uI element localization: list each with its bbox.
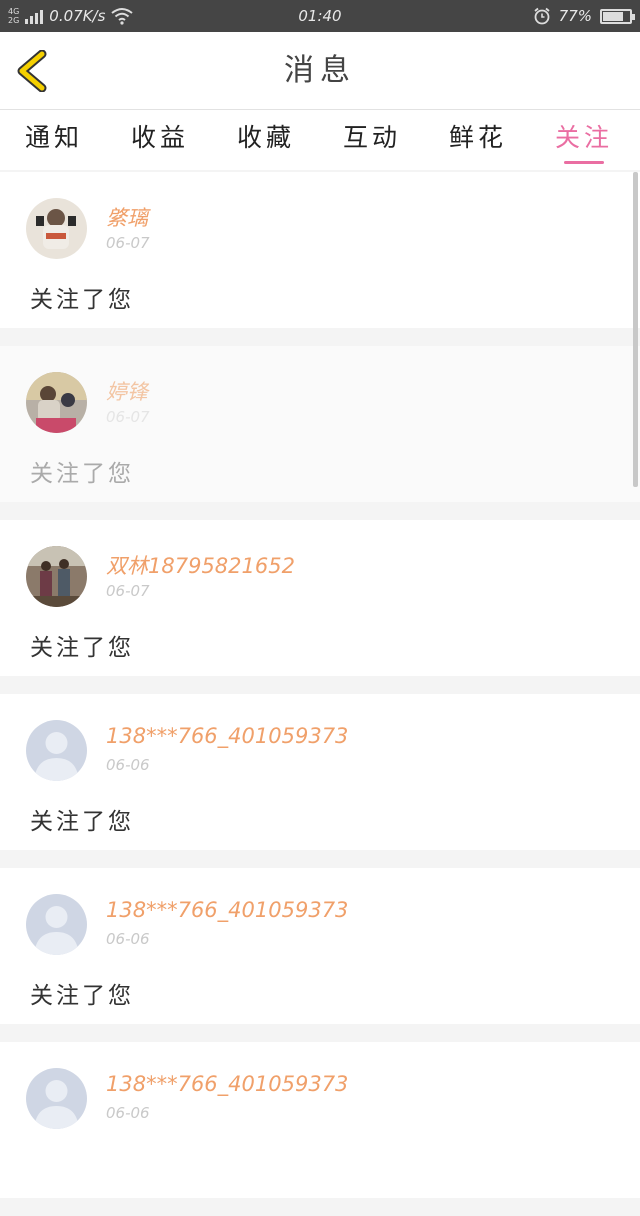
username[interactable]: 双林18795821652 [106,550,295,580]
default-avatar-icon [26,1068,87,1129]
list-item[interactable]: 婷锋 06-07 关注了您 [0,346,640,502]
list-item[interactable]: 138***766_401059373 06-06 [0,1042,640,1198]
list-item[interactable]: 双林18795821652 06-07 关注了您 [0,520,640,676]
date: 06-06 [106,756,150,774]
tab-label: 收益 [130,123,189,152]
page-title: 消息 [284,53,356,88]
username[interactable]: 綮璃 [106,202,148,232]
header: 消息 [0,32,640,110]
message-text: 关注了您 [30,983,134,1009]
message-text: 关注了您 [30,809,134,835]
tab-label: 收藏 [236,123,295,152]
tab-earnings[interactable]: 收益 [120,110,200,170]
tab-following[interactable]: 关注 [544,110,624,170]
avatar[interactable] [26,372,87,433]
date: 06-07 [106,408,150,426]
username[interactable]: 138***766_401059373 [106,898,348,922]
alarm-icon [534,7,550,25]
avatar[interactable] [26,720,87,781]
default-avatar-icon [26,720,87,781]
default-avatar-icon [26,894,87,955]
username[interactable]: 138***766_401059373 [106,724,348,748]
chevron-left-icon [17,49,47,93]
tab-interactions[interactable]: 互动 [332,110,412,170]
date: 06-06 [106,930,150,948]
username[interactable]: 138***766_401059373 [106,1072,348,1096]
list-item[interactable]: 138***766_401059373 06-06 关注了您 [0,694,640,850]
tab-label: 鲜花 [448,123,507,152]
list-item[interactable]: 138***766_401059373 06-06 关注了您 [0,868,640,1024]
avatar[interactable] [26,1068,87,1129]
tab-bar: 通知 收益 收藏 互动 鲜花 关注 [0,110,640,170]
battery-icon [600,8,635,24]
message-list[interactable]: 綮璃 06-07 关注了您 婷锋 06-07 关注了您 双林1879582165… [0,172,640,1216]
battery-percent: 77% [558,7,592,25]
message-text: 关注了您 [30,461,134,487]
avatar[interactable] [26,546,87,607]
date: 06-07 [106,234,150,252]
message-text: 关注了您 [30,635,134,661]
avatar[interactable] [26,198,87,259]
tab-label: 互动 [342,123,401,152]
tab-notifications[interactable]: 通知 [14,110,94,170]
tab-label: 通知 [24,123,83,152]
message-text: 关注了您 [30,287,134,313]
tab-flowers[interactable]: 鲜花 [438,110,518,170]
status-bar: 4G 2G 0.07K/s 01:40 77% [0,0,640,32]
username[interactable]: 婷锋 [106,376,148,406]
date: 06-06 [106,1104,150,1122]
tab-label: 关注 [554,123,613,152]
status-right: 77% [533,0,635,32]
avatar[interactable] [26,894,87,955]
date: 06-07 [106,582,150,600]
scrollbar[interactable] [633,172,638,487]
active-tab-indicator [564,161,604,164]
tab-favorites[interactable]: 收藏 [226,110,306,170]
list-item[interactable]: 綮璃 06-07 关注了您 [0,172,640,328]
back-button[interactable] [14,49,54,93]
